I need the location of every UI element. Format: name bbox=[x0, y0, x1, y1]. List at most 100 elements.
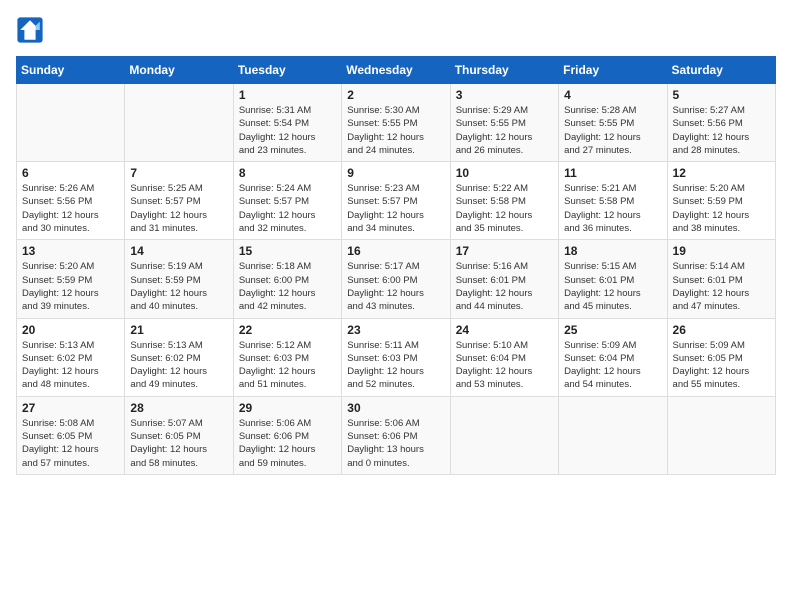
day-info: Sunrise: 5:31 AM Sunset: 5:54 PM Dayligh… bbox=[239, 104, 336, 157]
day-info: Sunrise: 5:20 AM Sunset: 5:59 PM Dayligh… bbox=[22, 260, 119, 313]
day-cell: 13 Sunrise: 5:20 AM Sunset: 5:59 PM Dayli… bbox=[17, 240, 125, 318]
day-info: Sunrise: 5:09 AM Sunset: 6:04 PM Dayligh… bbox=[564, 339, 661, 392]
logo bbox=[16, 16, 48, 44]
day-cell: 21 Sunrise: 5:13 AM Sunset: 6:02 PM Dayli… bbox=[125, 318, 233, 396]
day-cell: 10 Sunrise: 5:22 AM Sunset: 5:58 PM Dayli… bbox=[450, 162, 558, 240]
day-number: 22 bbox=[239, 323, 336, 337]
day-cell: 28 Sunrise: 5:07 AM Sunset: 6:05 PM Dayli… bbox=[125, 396, 233, 474]
day-number: 10 bbox=[456, 166, 553, 180]
day-number: 13 bbox=[22, 244, 119, 258]
day-number: 7 bbox=[130, 166, 227, 180]
day-info: Sunrise: 5:06 AM Sunset: 6:06 PM Dayligh… bbox=[347, 417, 444, 470]
day-cell: 12Sunrise: 5:20 AM Sunset: 5:59 PM Dayli… bbox=[667, 162, 775, 240]
day-cell bbox=[450, 396, 558, 474]
day-cell: 6 Sunrise: 5:26 AM Sunset: 5:56 PM Daylig… bbox=[17, 162, 125, 240]
day-number: 5 bbox=[673, 88, 770, 102]
day-cell: 8Sunrise: 5:24 AM Sunset: 5:57 PM Daylig… bbox=[233, 162, 341, 240]
day-cell: 7Sunrise: 5:25 AM Sunset: 5:57 PM Daylig… bbox=[125, 162, 233, 240]
day-info: Sunrise: 5:22 AM Sunset: 5:58 PM Dayligh… bbox=[456, 182, 553, 235]
day-number: 14 bbox=[130, 244, 227, 258]
day-number: 23 bbox=[347, 323, 444, 337]
day-cell: 25 Sunrise: 5:09 AM Sunset: 6:04 PM Dayli… bbox=[559, 318, 667, 396]
day-info: Sunrise: 5:27 AM Sunset: 5:56 PM Dayligh… bbox=[673, 104, 770, 157]
day-cell: 4Sunrise: 5:28 AM Sunset: 5:55 PM Daylig… bbox=[559, 84, 667, 162]
day-cell: 1Sunrise: 5:31 AM Sunset: 5:54 PM Daylig… bbox=[233, 84, 341, 162]
day-number: 19 bbox=[673, 244, 770, 258]
day-number: 18 bbox=[564, 244, 661, 258]
day-number: 25 bbox=[564, 323, 661, 337]
day-info: Sunrise: 5:09 AM Sunset: 6:05 PM Dayligh… bbox=[673, 339, 770, 392]
day-number: 8 bbox=[239, 166, 336, 180]
weekday-header-row: SundayMondayTuesdayWednesdayThursdayFrid… bbox=[17, 57, 776, 84]
day-number: 29 bbox=[239, 401, 336, 415]
day-info: Sunrise: 5:13 AM Sunset: 6:02 PM Dayligh… bbox=[130, 339, 227, 392]
day-cell: 2 Sunrise: 5:30 AM Sunset: 5:55 PM Daylig… bbox=[342, 84, 450, 162]
day-info: Sunrise: 5:08 AM Sunset: 6:05 PM Dayligh… bbox=[22, 417, 119, 470]
day-cell: 23 Sunrise: 5:11 AM Sunset: 6:03 PM Dayli… bbox=[342, 318, 450, 396]
day-number: 2 bbox=[347, 88, 444, 102]
day-cell: 15Sunrise: 5:18 AM Sunset: 6:00 PM Dayli… bbox=[233, 240, 341, 318]
day-number: 24 bbox=[456, 323, 553, 337]
day-cell: 22 Sunrise: 5:12 AM Sunset: 6:03 PM Dayli… bbox=[233, 318, 341, 396]
day-cell bbox=[667, 396, 775, 474]
header bbox=[16, 16, 776, 44]
day-cell bbox=[559, 396, 667, 474]
day-cell: 5 Sunrise: 5:27 AM Sunset: 5:56 PM Daylig… bbox=[667, 84, 775, 162]
day-cell: 11 Sunrise: 5:21 AM Sunset: 5:58 PM Dayli… bbox=[559, 162, 667, 240]
day-info: Sunrise: 5:30 AM Sunset: 5:55 PM Dayligh… bbox=[347, 104, 444, 157]
day-number: 16 bbox=[347, 244, 444, 258]
day-info: Sunrise: 5:15 AM Sunset: 6:01 PM Dayligh… bbox=[564, 260, 661, 313]
day-cell: 29 Sunrise: 5:06 AM Sunset: 6:06 PM Dayli… bbox=[233, 396, 341, 474]
weekday-header-sunday: Sunday bbox=[17, 57, 125, 84]
day-info: Sunrise: 5:26 AM Sunset: 5:56 PM Dayligh… bbox=[22, 182, 119, 235]
day-info: Sunrise: 5:18 AM Sunset: 6:00 PM Dayligh… bbox=[239, 260, 336, 313]
day-cell bbox=[125, 84, 233, 162]
day-number: 17 bbox=[456, 244, 553, 258]
weekday-header-saturday: Saturday bbox=[667, 57, 775, 84]
day-info: Sunrise: 5:17 AM Sunset: 6:00 PM Dayligh… bbox=[347, 260, 444, 313]
day-info: Sunrise: 5:11 AM Sunset: 6:03 PM Dayligh… bbox=[347, 339, 444, 392]
day-cell: 18 Sunrise: 5:15 AM Sunset: 6:01 PM Dayli… bbox=[559, 240, 667, 318]
day-number: 6 bbox=[22, 166, 119, 180]
day-number: 28 bbox=[130, 401, 227, 415]
day-info: Sunrise: 5:20 AM Sunset: 5:59 PM Dayligh… bbox=[673, 182, 770, 235]
day-number: 9 bbox=[347, 166, 444, 180]
day-cell: 26 Sunrise: 5:09 AM Sunset: 6:05 PM Dayli… bbox=[667, 318, 775, 396]
day-info: Sunrise: 5:29 AM Sunset: 5:55 PM Dayligh… bbox=[456, 104, 553, 157]
weekday-header-thursday: Thursday bbox=[450, 57, 558, 84]
day-number: 30 bbox=[347, 401, 444, 415]
logo-icon bbox=[16, 16, 44, 44]
day-cell: 17 Sunrise: 5:16 AM Sunset: 6:01 PM Dayli… bbox=[450, 240, 558, 318]
day-cell: 14 Sunrise: 5:19 AM Sunset: 5:59 PM Dayli… bbox=[125, 240, 233, 318]
day-info: Sunrise: 5:06 AM Sunset: 6:06 PM Dayligh… bbox=[239, 417, 336, 470]
week-row-3: 13 Sunrise: 5:20 AM Sunset: 5:59 PM Dayli… bbox=[17, 240, 776, 318]
week-row-5: 27 Sunrise: 5:08 AM Sunset: 6:05 PM Dayli… bbox=[17, 396, 776, 474]
day-info: Sunrise: 5:16 AM Sunset: 6:01 PM Dayligh… bbox=[456, 260, 553, 313]
day-info: Sunrise: 5:07 AM Sunset: 6:05 PM Dayligh… bbox=[130, 417, 227, 470]
day-number: 20 bbox=[22, 323, 119, 337]
day-cell: 27 Sunrise: 5:08 AM Sunset: 6:05 PM Dayli… bbox=[17, 396, 125, 474]
day-cell: 16 Sunrise: 5:17 AM Sunset: 6:00 PM Dayli… bbox=[342, 240, 450, 318]
week-row-2: 6 Sunrise: 5:26 AM Sunset: 5:56 PM Daylig… bbox=[17, 162, 776, 240]
day-cell: 9 Sunrise: 5:23 AM Sunset: 5:57 PM Daylig… bbox=[342, 162, 450, 240]
day-info: Sunrise: 5:12 AM Sunset: 6:03 PM Dayligh… bbox=[239, 339, 336, 392]
day-number: 21 bbox=[130, 323, 227, 337]
day-info: Sunrise: 5:19 AM Sunset: 5:59 PM Dayligh… bbox=[130, 260, 227, 313]
day-number: 3 bbox=[456, 88, 553, 102]
day-cell bbox=[17, 84, 125, 162]
calendar-table: SundayMondayTuesdayWednesdayThursdayFrid… bbox=[16, 56, 776, 475]
day-info: Sunrise: 5:21 AM Sunset: 5:58 PM Dayligh… bbox=[564, 182, 661, 235]
weekday-header-monday: Monday bbox=[125, 57, 233, 84]
day-cell: 30 Sunrise: 5:06 AM Sunset: 6:06 PM Dayli… bbox=[342, 396, 450, 474]
day-cell: 24Sunrise: 5:10 AM Sunset: 6:04 PM Dayli… bbox=[450, 318, 558, 396]
weekday-header-friday: Friday bbox=[559, 57, 667, 84]
day-info: Sunrise: 5:28 AM Sunset: 5:55 PM Dayligh… bbox=[564, 104, 661, 157]
day-cell: 19Sunrise: 5:14 AM Sunset: 6:01 PM Dayli… bbox=[667, 240, 775, 318]
day-cell: 20Sunrise: 5:13 AM Sunset: 6:02 PM Dayli… bbox=[17, 318, 125, 396]
weekday-header-wednesday: Wednesday bbox=[342, 57, 450, 84]
day-info: Sunrise: 5:23 AM Sunset: 5:57 PM Dayligh… bbox=[347, 182, 444, 235]
day-number: 27 bbox=[22, 401, 119, 415]
week-row-4: 20 Sunrise: 5:13 AM Sunset: 6:02 PM Dayli… bbox=[17, 318, 776, 396]
day-number: 26 bbox=[673, 323, 770, 337]
day-number: 11 bbox=[564, 166, 661, 180]
